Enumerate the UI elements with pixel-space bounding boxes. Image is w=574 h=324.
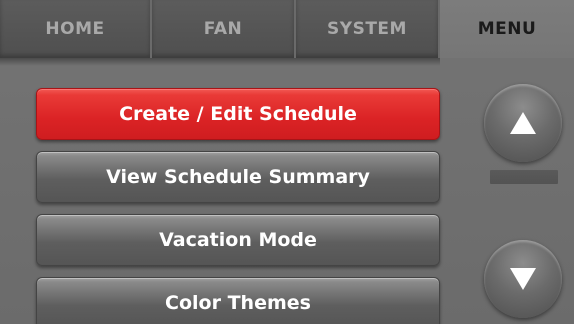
top-tab-bar: HOME FAN SYSTEM MENU (0, 0, 574, 58)
tab-system[interactable]: SYSTEM (296, 0, 440, 58)
scroll-down-button[interactable] (484, 240, 562, 318)
tab-fan[interactable]: FAN (152, 0, 296, 58)
create-edit-schedule-button[interactable]: Create / Edit Schedule (36, 88, 440, 140)
scroll-up-button[interactable] (484, 84, 562, 162)
down-arrow-icon (510, 268, 536, 290)
thermostat-screen: HOME FAN SYSTEM MENU Create / Edit Sched… (0, 0, 574, 324)
tab-home[interactable]: HOME (0, 0, 152, 58)
color-themes-button[interactable]: Color Themes (36, 277, 440, 324)
up-arrow-icon (510, 112, 536, 134)
vacation-mode-button[interactable]: Vacation Mode (36, 214, 440, 266)
view-schedule-summary-button[interactable]: View Schedule Summary (36, 151, 440, 203)
scroll-position-indicator (490, 170, 558, 184)
tab-menu[interactable]: MENU (440, 0, 574, 58)
tab-bar-shadow (0, 58, 440, 66)
